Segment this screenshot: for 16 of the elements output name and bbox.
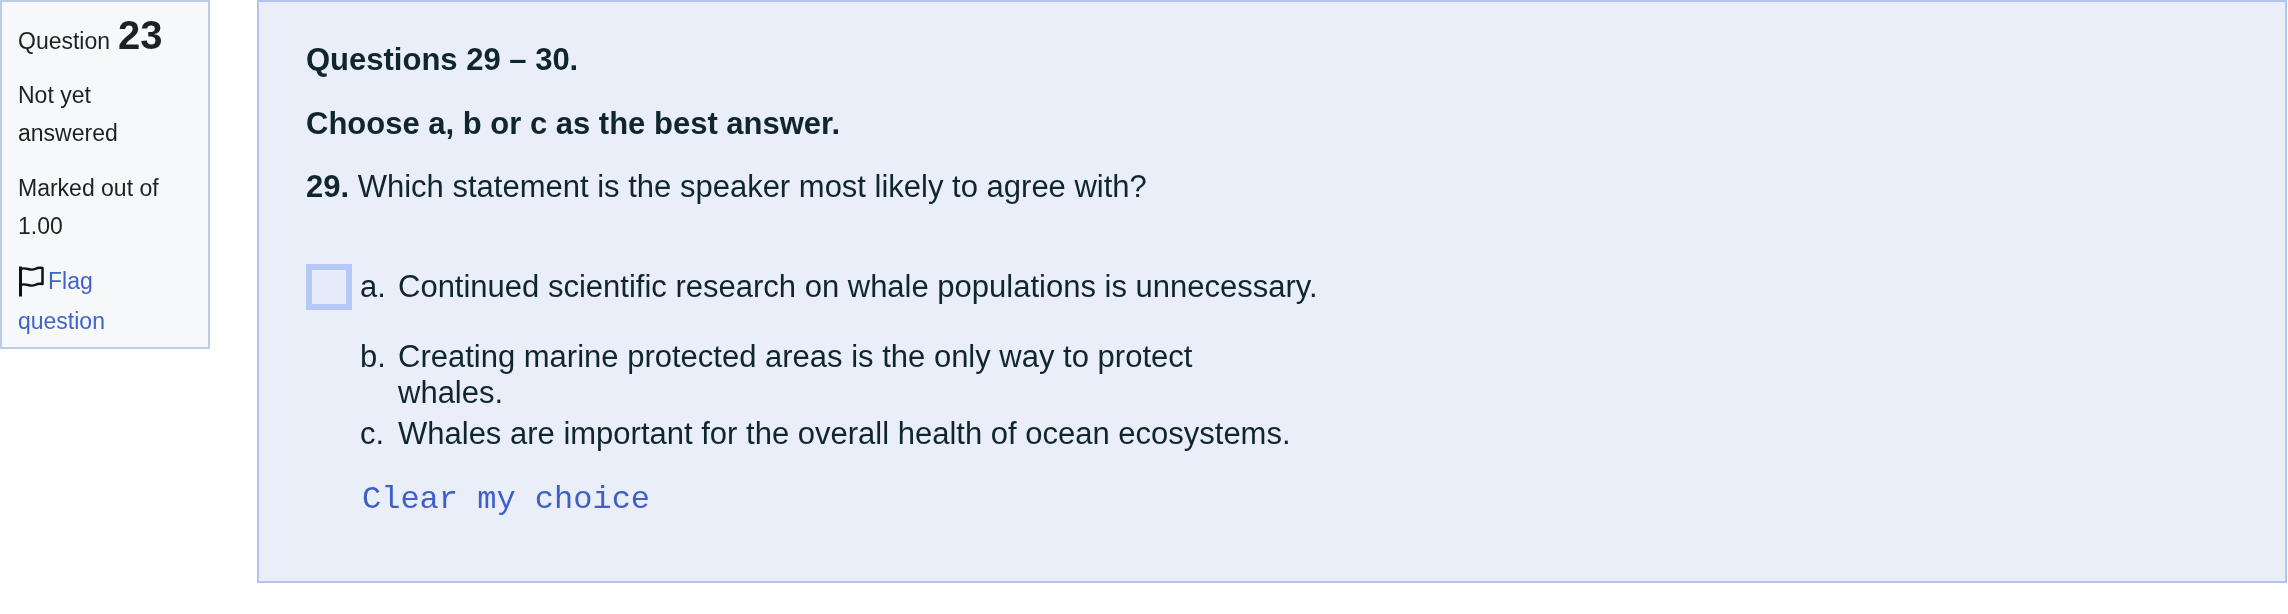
option-letter: a. <box>360 269 387 305</box>
question-grade: Marked out of 1.00 <box>18 174 160 241</box>
clear-choice-link[interactable]: Clear my choice <box>362 482 651 518</box>
option-text[interactable]: Whales are important for the overall health of ocean ecosystems. <box>398 416 1291 452</box>
option-letter: b. <box>360 339 387 375</box>
option-letter: c. <box>360 416 386 452</box>
option-text[interactable]: Continued scientific research on whale populations is unnecessary. <box>398 269 1318 305</box>
question-group-heading: Questions 29 – 30. <box>306 42 580 78</box>
question-status: Not yet answered <box>18 81 119 148</box>
question-label: Question <box>18 27 111 56</box>
flag-question-link[interactable]: Flag question <box>18 261 172 341</box>
radio-box[interactable] <box>306 264 352 310</box>
instruction-text: Choose a, b or c as the best answer. <box>306 106 842 142</box>
question-prompt: 29. Which statement is the speaker most likely to agree with? <box>306 169 1148 205</box>
option-text[interactable]: Creating marine protected areas is the only way to protect whales. <box>398 339 1228 411</box>
question-number: 23 <box>118 12 163 59</box>
